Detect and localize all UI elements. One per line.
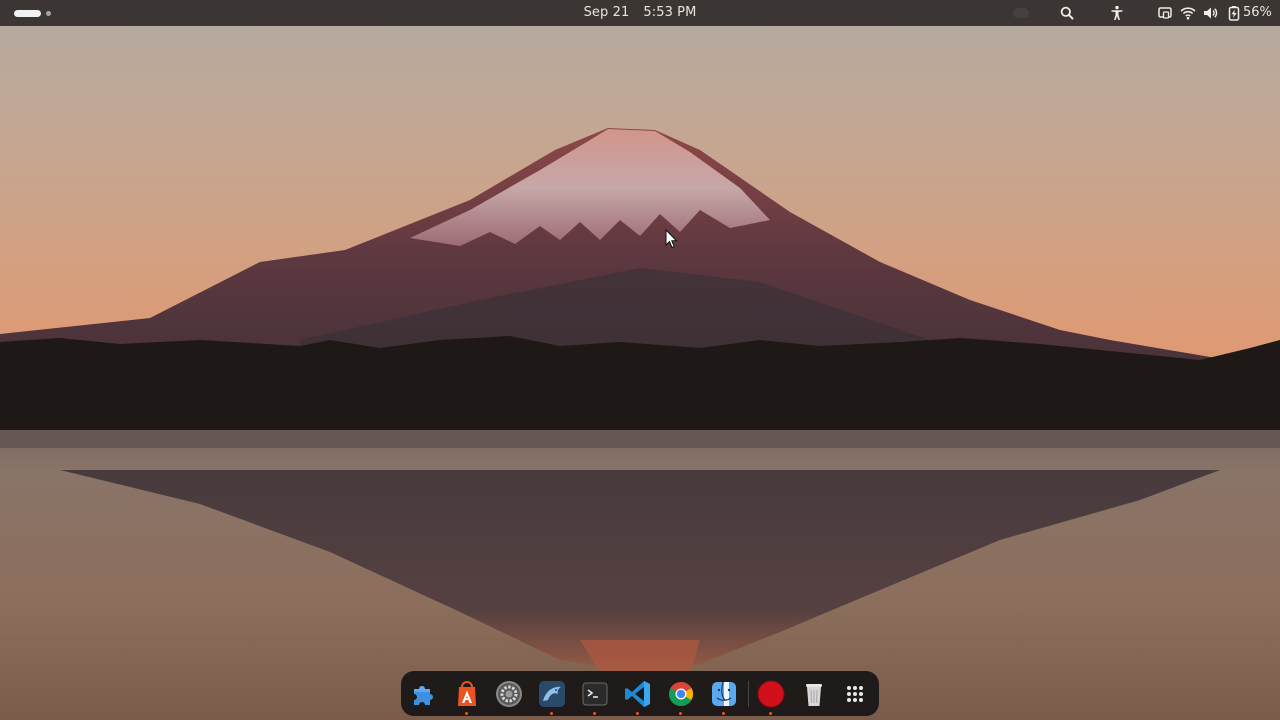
workspace-inactive[interactable]	[46, 10, 51, 16]
running-indicator	[550, 712, 553, 715]
dock-item-terminal[interactable]	[579, 678, 611, 715]
workspace-active[interactable]	[14, 9, 41, 17]
volume-icon[interactable]	[1202, 5, 1218, 21]
clock-date[interactable]: Sep 21	[584, 5, 630, 20]
battery-icon[interactable]	[1226, 5, 1242, 21]
tray-indicator[interactable]	[1013, 8, 1029, 18]
running-indicator	[722, 712, 725, 715]
chrome-icon	[669, 682, 694, 707]
wifi-icon[interactable]	[1180, 5, 1196, 21]
running-indicator	[769, 712, 772, 715]
dock-item-show-apps[interactable]	[839, 678, 871, 710]
dock-item-finder[interactable]	[708, 678, 740, 715]
terminal-icon	[582, 682, 608, 706]
running-indicator	[465, 712, 468, 715]
dock-item-chrome[interactable]	[665, 678, 697, 715]
trash-icon	[806, 684, 822, 706]
puzzle-icon	[414, 686, 433, 705]
dock-separator	[748, 681, 749, 707]
battery-percentage[interactable]: 56%	[1243, 5, 1272, 20]
running-indicator	[636, 712, 639, 715]
running-indicator	[679, 712, 682, 715]
mouse-cursor-icon	[665, 229, 678, 249]
dock-item-software-center[interactable]	[451, 678, 483, 715]
dock-item-trash[interactable]	[798, 678, 830, 710]
screen-share-icon[interactable]	[1157, 5, 1173, 21]
clock[interactable]: Sep 21 5:53 PM	[0, 5, 1280, 20]
dock-item-vscode[interactable]	[622, 678, 654, 715]
workspace-indicator[interactable]	[14, 9, 51, 17]
dolphin-icon	[539, 681, 565, 707]
top-bar: Sep 21 5:53 PM 56%	[0, 0, 1280, 26]
finder-icon	[712, 681, 736, 706]
running-indicator	[593, 712, 596, 715]
dock-item-extensions[interactable]	[408, 678, 440, 710]
dock	[401, 671, 879, 716]
dock-item-screen-recorder[interactable]	[755, 678, 787, 715]
accessibility-icon[interactable]	[1109, 5, 1125, 21]
desktop-wallpaper	[0, 0, 1280, 720]
dock-item-mysql-workbench[interactable]	[536, 678, 568, 715]
search-icon[interactable]	[1059, 5, 1075, 21]
vscode-icon	[625, 681, 650, 707]
record-icon	[757, 680, 785, 708]
dock-item-system-settings[interactable]	[493, 678, 525, 710]
app-store-icon	[458, 681, 476, 706]
app-grid-icon	[847, 686, 863, 702]
clock-time[interactable]: 5:53 PM	[643, 5, 696, 20]
settings-gear-icon	[496, 681, 522, 707]
